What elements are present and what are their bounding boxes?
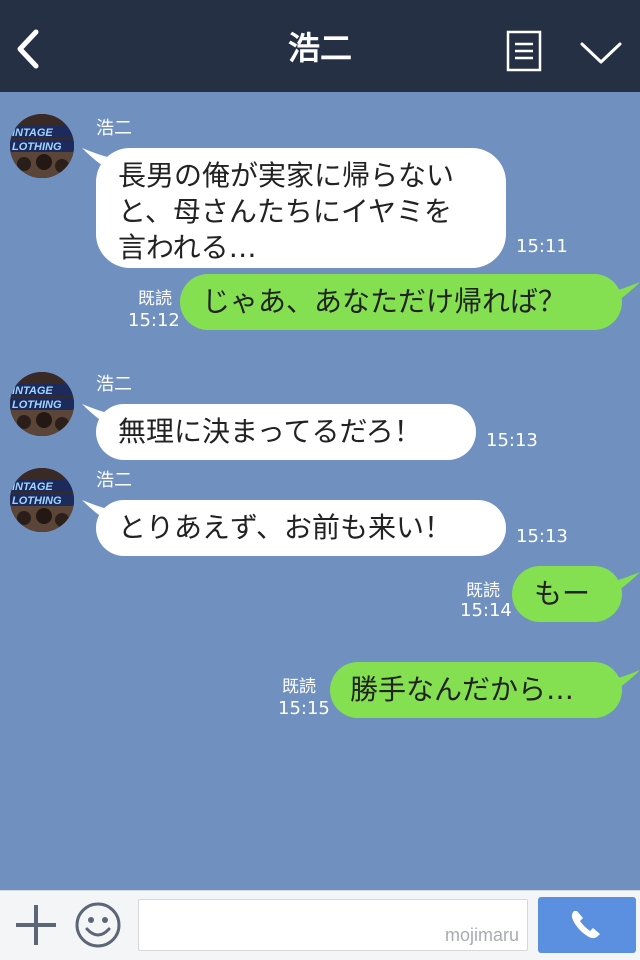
message-bubble[interactable]: とりあえず、お前も来い！ [96, 500, 506, 556]
message-time: 15:14 [460, 600, 512, 621]
svg-text:INTAGE: INTAGE [12, 127, 53, 139]
message-time: 15:15 [278, 698, 330, 719]
avatar[interactable]: INTAGE LOTHING [10, 372, 74, 436]
svg-text:INTAGE: INTAGE [12, 481, 53, 493]
read-status: 既読 [282, 677, 316, 697]
sender-name: 浩二 [96, 470, 132, 491]
message-bubble[interactable]: じゃあ、あなただけ帰れば？ [180, 274, 622, 330]
message-text: 無理に決まってるだろ！ [118, 415, 422, 448]
svg-text:INTAGE: INTAGE [12, 385, 53, 397]
message-text: もー [534, 577, 591, 610]
svg-text:LOTHING: LOTHING [12, 141, 62, 153]
sender-name: 浩二 [96, 374, 132, 395]
bubble-tail [610, 572, 640, 596]
read-status: 既読 [138, 289, 172, 309]
bubble-tail [610, 670, 640, 694]
chat-title: 浩二 [287, 29, 352, 67]
message-time: 15:11 [516, 236, 568, 257]
message-text: 勝手なんだから… [350, 673, 575, 706]
message-bubble[interactable]: 無理に決まってるだろ！ [96, 404, 476, 460]
smiley-icon [75, 902, 121, 948]
avatar[interactable]: INTAGE LOTHING [10, 114, 74, 178]
collapse-button[interactable] [578, 36, 624, 70]
menu-list-icon [506, 30, 542, 72]
message-input[interactable]: mojimaru [138, 899, 528, 951]
bubble-tail [610, 282, 640, 306]
chat-header: 浩二 [0, 0, 640, 92]
chevron-down-icon [580, 42, 622, 64]
read-status: 既読 [466, 581, 500, 601]
add-attachment-button[interactable] [14, 903, 58, 947]
plus-icon [16, 905, 56, 945]
avatar-image: INTAGE LOTHING [10, 372, 74, 436]
message-bubble[interactable]: もー [512, 566, 622, 622]
avatar[interactable]: INTAGE LOTHING [10, 468, 74, 532]
sender-name: 浩二 [96, 118, 132, 139]
call-button[interactable] [538, 897, 636, 953]
back-button[interactable] [10, 24, 50, 74]
avatar-image: INTAGE LOTHING [10, 468, 74, 532]
chevron-left-icon [17, 29, 39, 69]
message-time: 15:13 [486, 430, 538, 451]
message-bubble[interactable]: 長男の俺が実家に帰らない と、母さんたちにイヤミを 言われる… [96, 148, 506, 268]
svg-text:LOTHING: LOTHING [12, 399, 62, 411]
avatar-image: INTAGE LOTHING [10, 114, 74, 178]
watermark: mojimaru [444, 925, 519, 945]
menu-button[interactable] [506, 30, 542, 72]
message-text: 長男の俺が実家に帰らない と、母さんたちにイヤミを 言われる… [118, 159, 455, 264]
input-bar: mojimaru [0, 890, 640, 960]
svg-text:LOTHING: LOTHING [12, 495, 62, 507]
phone-icon [571, 911, 600, 939]
chat-area[interactable]: INTAGE LOTHING 浩二 長男の俺が実家に帰らない と、母さんたちにイ… [0, 92, 640, 890]
emoji-button[interactable] [74, 901, 122, 949]
message-time: 15:12 [128, 310, 180, 331]
message-bubble[interactable]: 勝手なんだから… [330, 662, 622, 718]
message-text: とりあえず、お前も来い！ [118, 511, 453, 544]
message-time: 15:13 [516, 526, 568, 547]
message-text: じゃあ、あなただけ帰れば？ [202, 285, 567, 318]
